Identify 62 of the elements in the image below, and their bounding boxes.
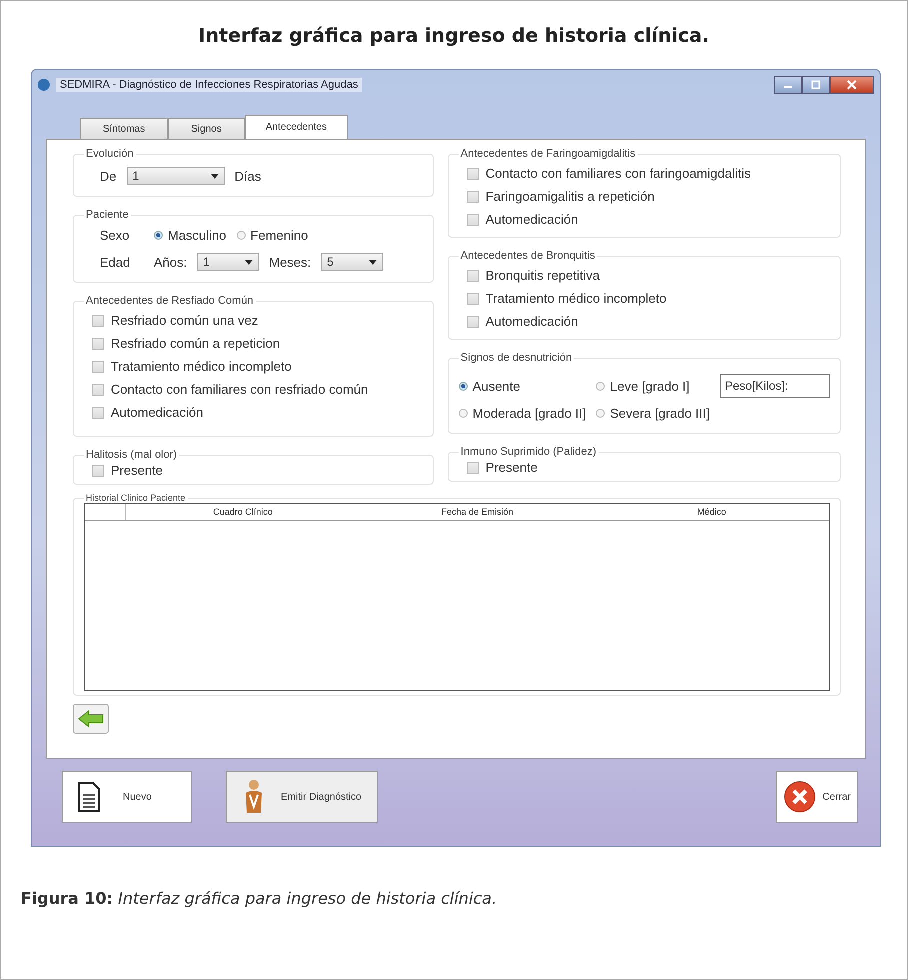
checkbox-option[interactable]: Tratamiento médico incompleto (84, 355, 423, 378)
weight-field[interactable]: Peso[Kilos]: (720, 374, 830, 398)
group-title: Antecedentes de Resfiado Común (85, 295, 255, 307)
checkbox-option[interactable]: Contacto con familiares con faringoamigdalitis (458, 162, 830, 185)
app-icon (38, 79, 50, 91)
document-icon (77, 781, 101, 813)
window-title: SEDMIRA - Diagnóstico de Infecciones Respiratorias Agudas (56, 78, 362, 92)
group-title: Antecedentes de Faringoamigdalitis (460, 148, 637, 160)
group-title: Halitosis (mal olor) (85, 449, 178, 461)
radio-option[interactable]: Ausente (458, 378, 586, 394)
caret-icon (369, 260, 378, 264)
checkbox-option[interactable]: Presente (84, 463, 423, 478)
column-header[interactable]: Fecha de Emisión (360, 504, 595, 520)
back-button[interactable] (73, 704, 109, 734)
maximize-icon (810, 80, 822, 90)
days-dropdown[interactable]: 1 (126, 167, 225, 185)
checkbox-option[interactable]: Resfriado común una vez (84, 309, 423, 332)
group-title: Signos de desnutrición (460, 352, 574, 364)
close-icon (846, 80, 858, 90)
field-label: Meses: (269, 254, 312, 270)
checkbox-option[interactable]: Faringoamigalitis a repetición (458, 185, 830, 208)
close-button[interactable] (830, 76, 874, 94)
checkbox-option[interactable]: Automedicación (84, 401, 423, 424)
field-label: Edad (100, 254, 132, 270)
tab[interactable]: Antecedentes (244, 115, 348, 139)
close-circle-icon (782, 780, 817, 814)
group-title: Evolución (85, 148, 135, 160)
radio-option[interactable]: Leve [grado I] (596, 378, 710, 394)
group-title: Paciente (85, 209, 130, 221)
column-header[interactable]: Médico (594, 504, 829, 520)
checkbox-option[interactable]: Automedicación (458, 310, 830, 333)
group-title: Antecedentes de Bronquitis (460, 250, 596, 262)
tab[interactable]: Signos (168, 118, 245, 139)
field-label: Años: (154, 254, 188, 270)
unit-label: Días (234, 168, 262, 184)
checkbox-option[interactable]: Resfriado común a repeticion (84, 332, 423, 355)
radio-option[interactable]: Moderada [grado II] (458, 406, 586, 421)
action-button[interactable]: Emitir Diagnóstico (226, 771, 378, 823)
minimize-button[interactable] (774, 76, 802, 94)
checkbox-option[interactable]: Automedicación (458, 208, 830, 231)
radio-option[interactable]: Severa [grado III] (596, 406, 710, 421)
caret-icon (210, 174, 219, 178)
figure-title: Interfaz gráfica para ingreso de historia clínica. (198, 24, 710, 49)
field-label: De (100, 168, 117, 184)
group-title: Historial Clinico Paciente (85, 493, 187, 503)
checkbox-option[interactable]: Tratamiento médico incompleto (458, 287, 830, 310)
checkbox-option[interactable]: Bronquitis repetitiva (458, 264, 830, 287)
action-button[interactable]: Nuevo (62, 771, 192, 823)
months-dropdown[interactable]: 5 (321, 253, 384, 271)
action-button[interactable]: Cerrar (776, 771, 858, 823)
radio-option[interactable]: Femenino (236, 228, 308, 243)
radio-option[interactable]: Masculino (154, 228, 227, 243)
checkbox-option[interactable]: Contacto con familiares con resfriado común (84, 378, 423, 401)
column-header[interactable]: Cuadro Clínico (126, 504, 360, 520)
years-dropdown[interactable]: 1 (197, 253, 260, 271)
tab[interactable]: Síntomas (80, 118, 168, 139)
caret-icon (245, 260, 254, 264)
checkbox-option[interactable]: Presente (458, 460, 830, 475)
figure-caption: Figura 10: Interfaz gráfica para ingreso de historia clínica. (20, 888, 498, 908)
group-title: Inmuno Suprimido (Palidez) (460, 446, 598, 458)
maximize-button[interactable] (802, 76, 830, 94)
field-label: Sexo (100, 228, 131, 243)
